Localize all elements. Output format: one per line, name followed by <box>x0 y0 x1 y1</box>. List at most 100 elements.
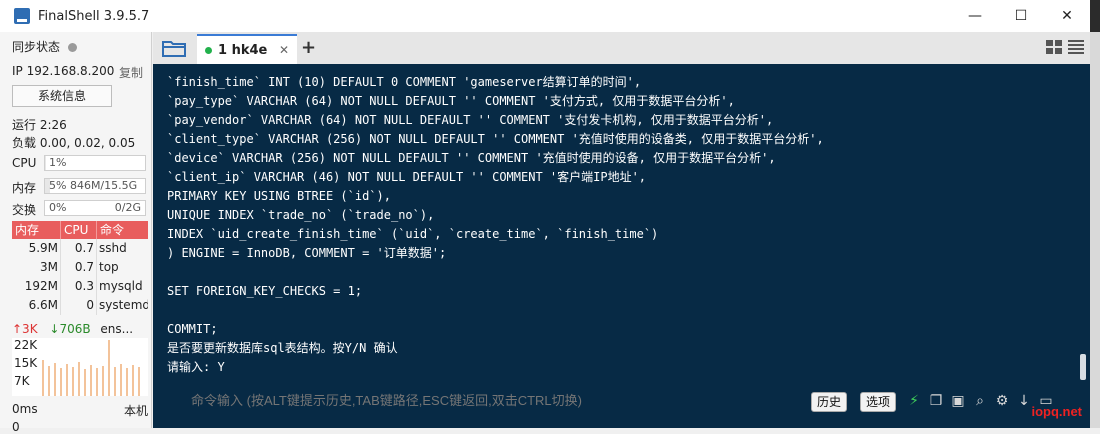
terminal-line: PRIMARY KEY USING BTREE (`id`), <box>167 189 391 203</box>
terminal-line: UNIQUE INDEX `trade_no` (`trade_no`), <box>167 208 435 222</box>
system-monitor-panel: 同步状态 IP 192.168.8.200 复制 系统信息 运行 2:26 负载… <box>0 32 152 434</box>
close-button[interactable]: ✕ <box>1044 0 1090 32</box>
net-bar <box>54 363 56 396</box>
process-row[interactable]: 192M 0.3 mysqld <box>12 277 148 296</box>
list-layout-icon[interactable] <box>1068 40 1084 54</box>
terminal-scrollbar[interactable] <box>1080 354 1086 380</box>
column-cpu[interactable]: CPU <box>60 221 96 239</box>
terminal-line: 请输入: Y <box>167 360 225 374</box>
terminal-line: `client_ip` VARCHAR (46) NOT NULL DEFAUL… <box>167 170 647 184</box>
net-bar <box>102 366 104 396</box>
net-bar <box>120 364 122 396</box>
network-download: ↓706B <box>49 322 91 336</box>
command-input[interactable] <box>175 384 815 418</box>
process-memory: 3M <box>40 260 58 274</box>
cpu-value: 1% <box>49 156 67 169</box>
net-bar <box>114 367 116 396</box>
sync-status-dot-icon <box>68 43 78 52</box>
net-bar <box>138 367 140 396</box>
terminal-line: `device` VARCHAR (256) NOT NULL DEFAULT … <box>167 151 776 165</box>
session-tab-bar: 1 hk4e ✕ + <box>153 32 1090 64</box>
folder-icon[interactable] <box>161 38 187 58</box>
swap-total: 0/2G <box>114 201 141 214</box>
command-bar: 历史 选项 ⚡ ❐ ▣ ⌕ ⚙ ↓ ▭ iopq.net <box>153 384 1090 428</box>
minimize-button[interactable]: — <box>952 0 998 32</box>
grid-layout-icon[interactable] <box>1046 40 1062 54</box>
window-title: FinalShell 3.9.5.7 <box>38 8 150 24</box>
sync-status: 同步状态 <box>12 38 78 55</box>
net-bar <box>108 340 110 396</box>
tab-session-hk4e[interactable]: 1 hk4e ✕ <box>197 34 297 64</box>
process-cpu: 0.7 <box>60 239 96 258</box>
maximize-button[interactable]: ☐ <box>998 0 1044 32</box>
watermark: iopq.net <box>1031 404 1082 419</box>
process-memory: 6.6M <box>28 298 58 312</box>
net-bar <box>72 367 74 396</box>
column-command[interactable]: 命令 <box>96 221 148 239</box>
network-interface-select[interactable]: ens... <box>100 322 133 336</box>
process-cpu: 0.3 <box>60 277 96 296</box>
process-command: sshd <box>96 239 148 258</box>
process-table: 内存 CPU 命令 5.9M 0.7 sshd 3M 0.7 top 192M … <box>12 221 148 315</box>
load-average: 负载 0.00, 0.02, 0.05 <box>12 136 136 150</box>
net-bar <box>96 368 98 396</box>
title-bar: FinalShell 3.9.5.7 — ☐ ✕ <box>0 0 1090 32</box>
cpu-meter-fill <box>45 156 46 170</box>
gear-icon[interactable]: ⚙ <box>993 392 1011 410</box>
app-window: FinalShell 3.9.5.7 — ☐ ✕ 同步状态 IP 192.168… <box>0 0 1100 434</box>
terminal-line: ) ENGINE = InnoDB, COMMENT = '订单数据'; <box>167 246 447 260</box>
close-tab-icon[interactable]: ✕ <box>279 43 289 57</box>
process-row[interactable]: 3M 0.7 top <box>12 258 148 277</box>
layout-switcher <box>1046 40 1084 54</box>
process-cpu: 0 <box>60 296 96 315</box>
copy-ip-link[interactable]: 复制 <box>119 64 143 81</box>
latency-axis-zero: 0 <box>12 420 20 434</box>
ip-address: IP 192.168.8.200 <box>12 64 115 78</box>
lightning-icon[interactable]: ⚡ <box>905 392 923 410</box>
net-bar <box>78 362 80 396</box>
search-icon[interactable]: ⌕ <box>971 392 989 410</box>
memory-value: 5% 846M/15.5G <box>49 179 138 192</box>
terminal-line: SET FOREIGN_KEY_CHECKS = 1; <box>167 284 363 298</box>
finalshell-logo-icon <box>14 8 30 24</box>
process-row[interactable]: 6.6M 0 systemd <box>12 296 148 315</box>
latency-row: 0ms 本机 0 <box>12 402 148 434</box>
swap-value: 0% <box>49 201 67 214</box>
terminal-line: COMMIT; <box>167 322 218 336</box>
terminal-line: 是否要更新数据库sql表结构。按Y/N 确认 <box>167 341 398 355</box>
copy-icon[interactable]: ❐ <box>927 392 945 410</box>
paste-icon[interactable]: ▣ <box>949 392 967 410</box>
terminal-output[interactable]: `finish_time` INT (10) DEFAULT 0 COMMENT… <box>153 64 1090 384</box>
terminal-line: `client_type` VARCHAR (256) NOT NULL DEF… <box>167 132 824 146</box>
background-edge <box>1090 0 1100 428</box>
net-bar <box>42 360 44 396</box>
latency-value: 0ms <box>12 402 38 416</box>
net-tick-label: 22K <box>14 338 38 352</box>
memory-label: 内存 <box>12 181 37 195</box>
cpu-meter: 1% <box>44 155 146 171</box>
process-command: systemd <box>96 296 148 315</box>
terminal-line: `pay_vendor` VARCHAR (64) NOT NULL DEFAU… <box>167 113 774 127</box>
net-bar <box>48 366 50 396</box>
net-bar <box>66 364 68 396</box>
window-controls: — ☐ ✕ <box>952 0 1090 32</box>
system-info-button[interactable]: 系统信息 <box>12 85 112 107</box>
net-bar <box>84 369 86 396</box>
process-cpu: 0.7 <box>60 258 96 277</box>
net-bar <box>132 365 134 396</box>
process-row[interactable]: 5.9M 0.7 sshd <box>12 239 148 258</box>
options-button[interactable]: 选项 <box>860 392 897 412</box>
add-tab-button[interactable]: + <box>301 37 316 58</box>
network-chart: 22K 15K 7K <box>12 338 148 396</box>
sync-status-label: 同步状态 <box>12 40 61 54</box>
download-arrow-icon[interactable]: ↓ <box>1015 392 1033 410</box>
history-button[interactable]: 历史 <box>811 392 848 412</box>
column-memory[interactable]: 内存 <box>12 221 60 239</box>
terminal-line: `finish_time` INT (10) DEFAULT 0 COMMENT… <box>167 75 642 89</box>
latency-host-select[interactable]: 本机 <box>124 402 148 419</box>
uptime: 运行 2:26 <box>12 118 67 132</box>
process-command: mysqld <box>96 277 148 296</box>
connected-status-icon <box>205 46 212 54</box>
